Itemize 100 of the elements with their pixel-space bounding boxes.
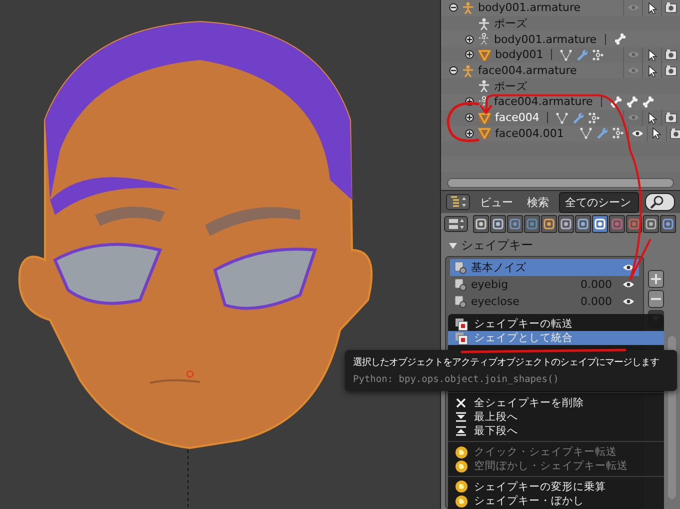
expand-icon[interactable] xyxy=(465,113,474,122)
menu-item: 空間ぼかし・シェイプキー転送 xyxy=(448,459,664,474)
python-path: Python: bpy.ops.object.join_shapes() xyxy=(353,374,560,385)
tooltip-text: 選択したオブジェクトをアクティブオブジェクトのシェイプにマージします xyxy=(353,356,660,369)
shape-key-row[interactable]: eyeclose 0.000 xyxy=(450,293,639,310)
close-icon xyxy=(456,398,466,408)
tab-icon xyxy=(475,218,487,230)
expand-icon[interactable] xyxy=(465,50,474,60)
dots-icon xyxy=(588,112,600,124)
outliner-item[interactable]: ポーズ xyxy=(494,78,527,94)
tab-icon xyxy=(662,218,674,230)
move-bottom-icon xyxy=(456,426,466,436)
menu-item[interactable]: ビュー xyxy=(476,194,517,210)
properties-icon xyxy=(448,218,464,230)
tab-icon xyxy=(594,218,606,230)
tab-icon xyxy=(611,218,623,230)
expand-icon[interactable] xyxy=(465,97,474,106)
expand-icon[interactable] xyxy=(465,128,474,138)
shape-key-icon xyxy=(454,278,467,291)
tab-icon xyxy=(577,218,589,230)
tab-icon xyxy=(509,218,521,230)
triangle-icon xyxy=(478,48,491,61)
collapse-icon[interactable] xyxy=(449,3,458,12)
scene-dropdown[interactable]: 全てのシーン xyxy=(559,192,639,212)
triangle-icon xyxy=(478,127,491,140)
plugin-icon xyxy=(454,446,468,458)
camera-icon[interactable] xyxy=(665,65,677,76)
menu-item[interactable]: シェイプキー・ぼかし xyxy=(448,494,664,508)
tab-icon xyxy=(645,218,657,230)
properties-tab[interactable] xyxy=(592,215,608,233)
plugin-icon xyxy=(454,480,468,494)
menu-item[interactable]: 全シェイプキーを削除 xyxy=(448,396,664,410)
bone-icon xyxy=(642,96,654,108)
wrench-icon xyxy=(576,48,588,61)
tab-icon xyxy=(492,218,504,230)
panel-title[interactable]: シェイプキー xyxy=(461,237,533,254)
figure-icon xyxy=(478,18,490,30)
search-field[interactable] xyxy=(645,193,675,211)
shape-key-row[interactable]: eyebig 0.000 xyxy=(450,276,639,293)
cursor-icon[interactable] xyxy=(648,48,656,61)
menu-item[interactable]: 最下段へ xyxy=(448,424,664,438)
editor-type-button[interactable] xyxy=(444,216,468,232)
vertices-icon xyxy=(556,112,568,124)
shape-key-icon xyxy=(454,295,467,308)
camera-icon[interactable] xyxy=(670,128,680,139)
eye-icon[interactable] xyxy=(631,128,644,138)
bone-icon xyxy=(614,33,626,46)
figure-icon xyxy=(462,2,474,14)
outliner-item[interactable]: face004 xyxy=(495,111,540,124)
properties-tab[interactable] xyxy=(643,215,659,233)
bone-icon xyxy=(626,96,638,108)
move-top-icon xyxy=(456,412,466,422)
vertices-icon xyxy=(560,48,572,61)
operator-icon xyxy=(454,318,468,331)
outliner-item[interactable]: body001 xyxy=(495,48,544,62)
tab-icon xyxy=(526,218,538,230)
bone-icon xyxy=(610,96,622,108)
properties-tab[interactable] xyxy=(558,215,574,233)
camera-icon[interactable] xyxy=(665,49,677,60)
cursor-icon[interactable] xyxy=(648,64,656,77)
cursor-icon[interactable] xyxy=(652,127,662,140)
plugin-icon xyxy=(454,494,468,508)
shape-key-row[interactable]: 基本ノイズ xyxy=(450,259,639,276)
shape-key-icon xyxy=(454,261,467,274)
figure-icon xyxy=(478,33,490,46)
wrench-icon xyxy=(572,112,584,124)
cursor-icon[interactable] xyxy=(648,112,656,124)
eye-icon xyxy=(622,280,635,289)
properties-tab[interactable] xyxy=(541,215,557,233)
triangle-icon xyxy=(478,112,491,124)
cursor-icon[interactable] xyxy=(648,2,656,14)
add-button[interactable] xyxy=(648,270,664,288)
menu-item[interactable]: 検索 xyxy=(523,194,553,210)
properties-tab[interactable] xyxy=(575,215,591,233)
menu-item[interactable]: シェイプキーの転送 xyxy=(448,317,664,332)
expand-icon[interactable] xyxy=(465,34,474,44)
dots-icon xyxy=(592,48,604,61)
tab-icon xyxy=(560,218,572,230)
eye-icon xyxy=(622,297,635,306)
remove-button[interactable] xyxy=(648,290,664,308)
menu-item[interactable]: 最上段へ xyxy=(448,410,664,424)
editor-type-button[interactable] xyxy=(446,194,470,210)
dots-icon xyxy=(612,127,624,140)
menu-item[interactable]: シェイプとして統合 xyxy=(448,331,664,346)
outliner-icon xyxy=(450,196,466,208)
menu-item[interactable]: シェイプキーの変形に乗算 xyxy=(448,480,664,494)
operator-icon xyxy=(454,332,468,345)
collapse-icon[interactable] xyxy=(449,66,458,76)
outliner-item[interactable]: ポーズ xyxy=(494,16,527,32)
camera-icon[interactable] xyxy=(665,2,677,14)
figure-icon xyxy=(478,80,490,92)
properties-tab[interactable] xyxy=(490,215,506,233)
vertices-icon xyxy=(580,127,592,140)
search-icon xyxy=(650,195,664,209)
eye-icon xyxy=(622,263,635,272)
tab-icon xyxy=(628,218,640,230)
scrollbar-thumb[interactable] xyxy=(447,178,674,188)
properties-tab[interactable] xyxy=(473,215,489,233)
camera-icon[interactable] xyxy=(665,112,677,124)
plugin-icon xyxy=(454,460,468,473)
